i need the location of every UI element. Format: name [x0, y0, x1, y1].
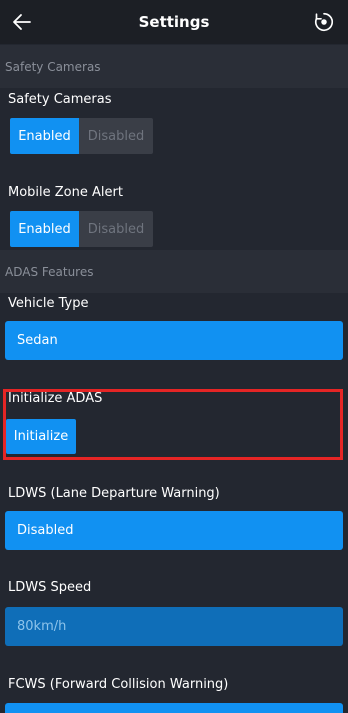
safety-cameras-toggle: Enabled Disabled: [10, 118, 153, 154]
safety-cameras-disabled-button[interactable]: Disabled: [79, 118, 153, 154]
section-title: Safety Cameras: [5, 59, 101, 74]
section-header-adas: ADAS Features: [0, 250, 348, 293]
back-arrow-icon[interactable]: [10, 10, 34, 34]
safety-cameras-label: Safety Cameras: [8, 92, 112, 107]
ldws-label: LDWS (Lane Departure Warning): [8, 486, 220, 501]
safety-cameras-enabled-button[interactable]: Enabled: [10, 118, 79, 154]
vehicle-type-label: Vehicle Type: [8, 296, 89, 311]
section-header-safety: Safety Cameras: [0, 45, 348, 88]
vehicle-type-select[interactable]: Sedan: [5, 321, 343, 360]
ldws-select[interactable]: Disabled: [5, 511, 343, 550]
ldws-speed-label: LDWS Speed: [8, 580, 92, 595]
app-header: Settings: [0, 0, 348, 44]
fcws-label: FCWS (Forward Collision Warning): [8, 677, 229, 692]
mobile-zone-alert-toggle: Enabled Disabled: [10, 211, 153, 247]
fcws-select[interactable]: [5, 703, 343, 713]
initialize-button[interactable]: Initialize: [6, 419, 76, 454]
mobile-zone-enabled-button[interactable]: Enabled: [10, 211, 79, 247]
section-title: ADAS Features: [5, 264, 94, 279]
initialize-adas-label: Initialize ADAS: [8, 391, 103, 406]
mobile-zone-disabled-button[interactable]: Disabled: [79, 211, 153, 247]
reset-icon[interactable]: [313, 11, 335, 33]
mobile-zone-alert-label: Mobile Zone Alert: [8, 185, 123, 200]
ldws-speed-select[interactable]: 80km/h: [5, 607, 343, 646]
page-title: Settings: [138, 13, 210, 31]
